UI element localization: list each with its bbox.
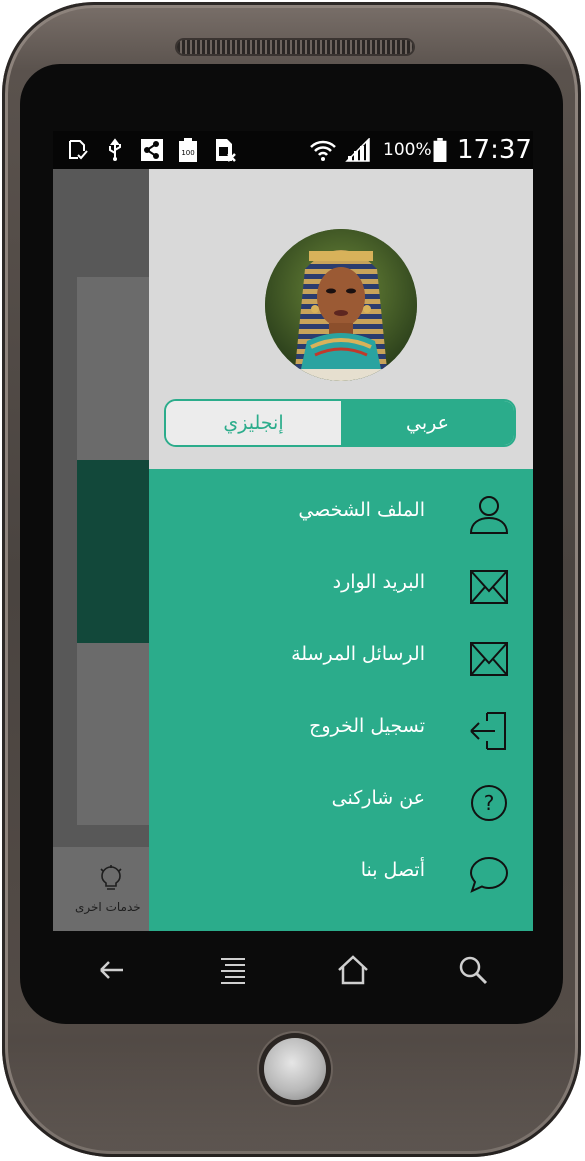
lightbulb-icon	[100, 865, 122, 890]
usb-icon	[109, 138, 121, 161]
menu-item-label: الرسائل المرسلة	[291, 643, 425, 665]
svg-text:100: 100	[181, 149, 194, 157]
trackball-button[interactable]	[264, 1038, 326, 1100]
logout-icon	[470, 712, 506, 750]
wifi-icon	[310, 140, 336, 161]
background-card-dark	[77, 460, 157, 643]
navigation-drawer: إنجليزي عربي الملف الشخصي البريد الوارد	[149, 169, 533, 931]
menu-item-sent-messages[interactable]: الرسائل المرسلة	[149, 625, 533, 697]
background-card	[77, 277, 157, 460]
menu-item-profile[interactable]: الملف الشخصي	[149, 481, 533, 553]
background-card	[77, 643, 157, 825]
menu-item-label: البريد الوارد	[332, 571, 425, 593]
menu-icon[interactable]	[213, 950, 253, 990]
earpiece-speaker	[177, 40, 413, 54]
menu-item-about[interactable]: عن شاركنى ?	[149, 769, 533, 841]
status-bar: 100 100% 17:37	[53, 131, 533, 169]
search-icon[interactable]	[453, 950, 493, 990]
profile-avatar[interactable]	[265, 229, 417, 381]
bottom-tab-other-services: خدمات اخرى	[53, 847, 149, 931]
svg-text:?: ?	[484, 791, 495, 815]
battery-full-icon: 100	[179, 138, 197, 162]
envelope-icon	[470, 642, 508, 676]
share-icon	[141, 139, 163, 161]
bottom-tab-label: خدمات اخرى	[75, 900, 141, 914]
menu-item-label: أتصل بنا	[360, 859, 425, 881]
clock: 17:37	[457, 135, 532, 165]
question-circle-icon: ?	[471, 785, 507, 821]
menu-item-contact-us[interactable]: أتصل بنا	[149, 841, 533, 913]
signal-icon	[345, 138, 370, 162]
envelope-icon	[470, 570, 508, 604]
back-icon[interactable]	[93, 950, 133, 990]
menu-item-logout[interactable]: تسجيل الخروج	[149, 697, 533, 769]
battery-percent: 100%	[383, 140, 432, 160]
menu-item-inbox[interactable]: البريد الوارد	[149, 553, 533, 625]
language-arabic-option[interactable]: عربي	[341, 401, 514, 445]
menu-item-label: عن شاركنى	[331, 787, 425, 809]
drawer-header: إنجليزي عربي	[149, 169, 533, 469]
language-english-option[interactable]: إنجليزي	[166, 401, 341, 445]
hardware-nav-bar	[53, 940, 533, 1000]
language-toggle: إنجليزي عربي	[164, 399, 516, 447]
user-icon	[469, 496, 509, 534]
battery-icon	[433, 138, 447, 162]
menu-item-label: تسجيل الخروج	[309, 715, 425, 737]
sim-card-x-icon	[216, 139, 236, 162]
home-icon[interactable]	[333, 950, 373, 990]
screen: 100 100% 17:37 خدمات اخرى إنجليزي عربي ا…	[53, 131, 533, 931]
menu-item-label: الملف الشخصي	[298, 499, 425, 521]
chat-bubble-icon	[469, 856, 509, 893]
sd-card-check-icon	[69, 140, 88, 160]
